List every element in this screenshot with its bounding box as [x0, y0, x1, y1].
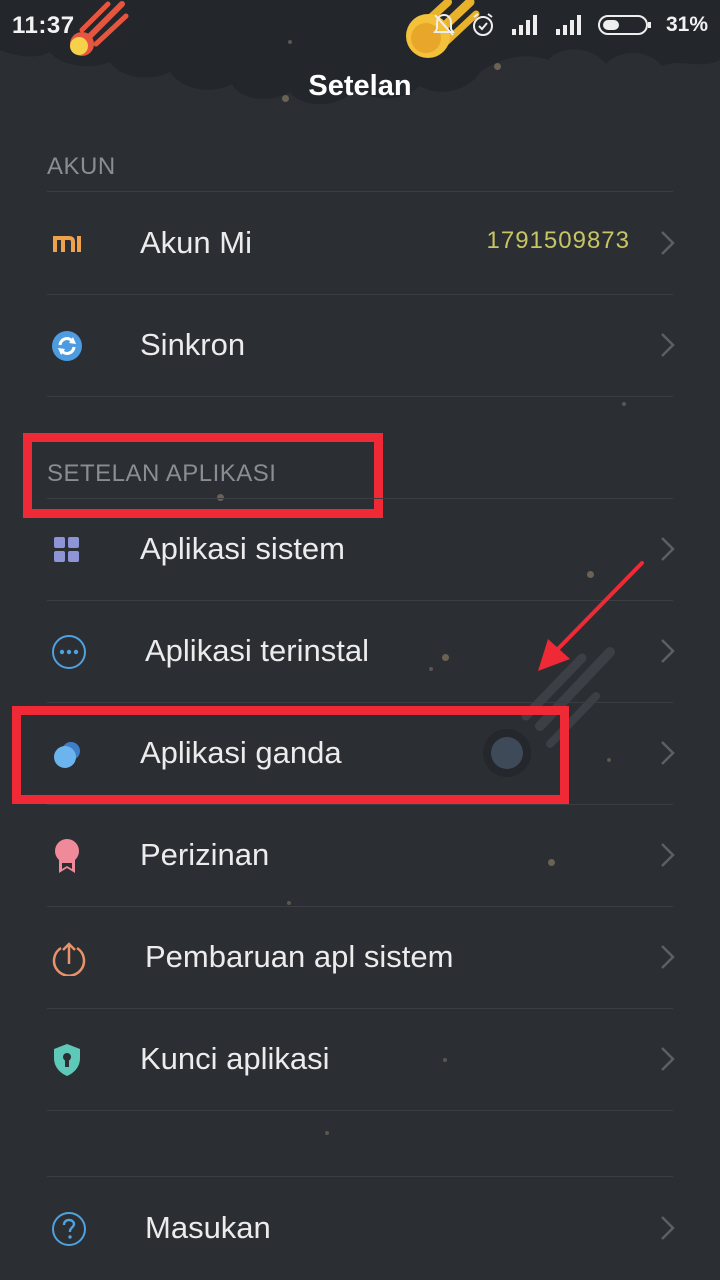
- settings-item-label: Masukan: [145, 1210, 271, 1245]
- settings-item-sinkron[interactable]: Sinkron: [0, 295, 720, 395]
- settings-item-perizinan[interactable]: Perizinan: [0, 805, 720, 905]
- chevron-right-icon: [661, 231, 675, 255]
- alarm-icon: [472, 13, 493, 36]
- settings-item-label: Aplikasi terinstal: [145, 633, 369, 668]
- upload-arrow-icon: [50, 939, 88, 977]
- settings-item-label: Kunci aplikasi: [140, 1041, 330, 1076]
- sync-icon: [48, 327, 86, 365]
- settings-item-kunci-aplikasi[interactable]: Kunci aplikasi: [0, 1009, 720, 1109]
- page-title: Setelan: [308, 70, 412, 102]
- settings-item-label: Sinkron: [140, 327, 246, 362]
- account-id-value: 1791509873: [486, 227, 630, 254]
- chevron-right-icon: [661, 639, 675, 663]
- chevron-right-icon: [661, 843, 675, 867]
- battery-icon: [597, 15, 651, 35]
- mi-logo-icon: [48, 225, 86, 263]
- grid-apps-icon: [48, 531, 86, 569]
- more-dots-icon: [50, 633, 88, 671]
- notifications-off-icon: [433, 13, 455, 36]
- chevron-right-icon: [661, 537, 675, 561]
- star-dot: [325, 1131, 329, 1135]
- status-bar: 11:37 31%: [0, 0, 720, 52]
- settings-item-masukan[interactable]: Masukan: [0, 1178, 720, 1278]
- section-header-akun: AKUN: [47, 153, 116, 180]
- divider: [47, 396, 673, 397]
- battery-percentage: 31%: [665, 13, 708, 36]
- settings-item-label: Perizinan: [140, 837, 270, 872]
- divider: [47, 1176, 673, 1177]
- badge-icon: [48, 837, 86, 875]
- divider: [47, 191, 673, 192]
- settings-item-label: Akun Mi: [140, 225, 252, 260]
- question-icon: [50, 1210, 88, 1248]
- highlight-box-aplikasi-ganda: [12, 706, 569, 804]
- chevron-right-icon: [661, 945, 675, 969]
- settings-item-label: Aplikasi sistem: [140, 531, 345, 566]
- status-icons: 31%: [432, 10, 708, 40]
- settings-item-akun-mi[interactable]: Akun Mi 1791509873: [0, 193, 720, 293]
- chevron-right-icon: [661, 1047, 675, 1071]
- annotation-arrow: [538, 561, 644, 671]
- status-time: 11:37: [12, 12, 75, 39]
- star-dot: [494, 63, 501, 70]
- settings-item-pembaruan-apl-sistem[interactable]: Pembaruan apl sistem: [0, 907, 720, 1007]
- signal-icon: [511, 15, 537, 35]
- chevron-right-icon: [661, 1216, 675, 1240]
- shield-lock-icon: [48, 1041, 86, 1079]
- signal-icon: [555, 15, 581, 35]
- settings-item-label: Pembaruan apl sistem: [145, 939, 454, 974]
- chevron-right-icon: [661, 741, 675, 765]
- star-dot: [622, 402, 626, 406]
- divider: [47, 1110, 673, 1111]
- chevron-right-icon: [661, 333, 675, 357]
